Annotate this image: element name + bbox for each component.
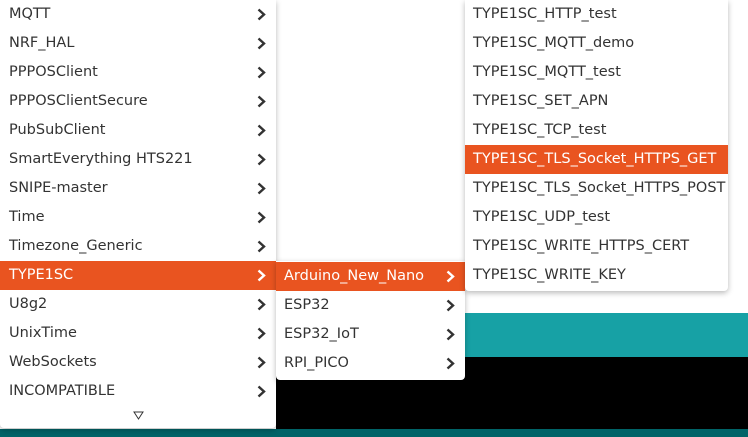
menu-item-write-https-cert[interactable]: TYPE1SC_WRITE_HTTPS_CERT (465, 232, 728, 261)
menu-item-label: WebSockets (9, 354, 97, 370)
menu-item-write-key[interactable]: TYPE1SC_WRITE_KEY (465, 261, 728, 290)
menu-item-pupposclient[interactable]: PPPOSClient (0, 58, 276, 87)
menu-item-tls-socket-https-get[interactable]: TYPE1SC_TLS_Socket_HTTPS_GET (465, 145, 728, 174)
menu-item-label: ESP32_IoT (284, 326, 359, 342)
menu-item-label: Time (9, 209, 45, 225)
chevron-right-icon (254, 232, 268, 261)
menu-item-tls-socket-https-post[interactable]: TYPE1SC_TLS_Socket_HTTPS_POST (465, 174, 728, 203)
menu-item-label: TYPE1SC_WRITE_HTTPS_CERT (473, 238, 690, 254)
menu-item-esp32-iot[interactable]: ESP32_IoT (276, 320, 465, 349)
chevron-right-icon (254, 145, 268, 174)
menu-item-tcp-test[interactable]: TYPE1SC_TCP_test (465, 116, 728, 145)
boards-submenu: Arduino_New_Nano ESP32 ESP32_IoT RPI_PIC… (276, 261, 465, 380)
chevron-right-icon (254, 0, 268, 29)
chevron-right-icon (254, 174, 268, 203)
chevron-right-icon (254, 261, 268, 290)
menu-item-nrf-hal[interactable]: NRF_HAL (0, 29, 276, 58)
menu-item-label: TYPE1SC_MQTT_test (473, 64, 621, 80)
chevron-right-icon (443, 262, 457, 291)
menu-item-label: Timezone_Generic (9, 238, 143, 254)
menu-item-mqtt-demo[interactable]: TYPE1SC_MQTT_demo (465, 29, 728, 58)
chevron-right-icon (254, 319, 268, 348)
chevron-right-icon (254, 29, 268, 58)
menu-item-http-test[interactable]: TYPE1SC_HTTP_test (465, 0, 728, 29)
menu-item-label: RPI_PICO (284, 355, 349, 371)
footer-bar (0, 429, 748, 437)
menu-item-snipe-master[interactable]: SNIPE-master (0, 174, 276, 203)
menu-item-label: TYPE1SC_MQTT_demo (473, 35, 635, 51)
menu-item-unixtime[interactable]: UnixTime (0, 319, 276, 348)
chevron-right-icon (443, 349, 457, 378)
menu-item-rpi-pico[interactable]: RPI_PICO (276, 349, 465, 378)
menu-item-label: TYPE1SC_SET_APN (473, 93, 609, 109)
menu-item-label: TYPE1SC_TLS_Socket_HTTPS_POST (473, 180, 726, 196)
chevron-right-icon (443, 320, 457, 349)
menu-item-arduino-new-nano[interactable]: Arduino_New_Nano (276, 262, 465, 291)
libraries-submenu: MQTT NRF_HAL PPPOSClient PPPOSClientSecu… (0, 0, 276, 428)
menu-item-label: TYPE1SC_HTTP_test (473, 6, 617, 22)
chevron-right-icon (254, 377, 268, 406)
menu-item-label: UnixTime (9, 325, 77, 341)
menu-item-label: TYPE1SC_WRITE_KEY (473, 267, 626, 283)
menu-item-label: PPPOSClientSecure (9, 93, 148, 109)
scroll-down-arrow-icon[interactable] (132, 407, 144, 423)
menu-item-time[interactable]: Time (0, 203, 276, 232)
examples-submenu: TYPE1SC_HTTP_test TYPE1SC_MQTT_demo TYPE… (465, 0, 728, 291)
menu-item-label: TYPE1SC (9, 267, 74, 283)
menu-item-pubsubclient[interactable]: PubSubClient (0, 116, 276, 145)
menu-item-label: U8g2 (9, 296, 48, 312)
menu-item-label: MQTT (9, 6, 51, 22)
menu-item-websockets[interactable]: WebSockets (0, 348, 276, 377)
menu-item-u8g2[interactable]: U8g2 (0, 290, 276, 319)
chevron-right-icon (254, 348, 268, 377)
menu-item-label: INCOMPATIBLE (9, 383, 116, 399)
menu-item-label: ESP32 (284, 297, 330, 313)
menu-item-pupposclientsecure[interactable]: PPPOSClientSecure (0, 87, 276, 116)
menu-item-udp-test[interactable]: TYPE1SC_UDP_test (465, 203, 728, 232)
menu-item-label: PubSubClient (9, 122, 106, 138)
menu-item-label: TYPE1SC_TLS_Socket_HTTPS_GET (473, 151, 717, 167)
menu-item-timezone-generic[interactable]: Timezone_Generic (0, 232, 276, 261)
chevron-right-icon (254, 116, 268, 145)
menu-item-mqtt-test[interactable]: TYPE1SC_MQTT_test (465, 58, 728, 87)
chevron-right-icon (254, 203, 268, 232)
menu-item-label: TYPE1SC_TCP_test (473, 122, 607, 138)
chevron-right-icon (254, 87, 268, 116)
menu-item-label: NRF_HAL (9, 35, 75, 51)
menu-item-label: SmartEverything HTS221 (9, 151, 193, 167)
menu-item-type1sc[interactable]: TYPE1SC (0, 261, 276, 290)
menu-item-mqtt[interactable]: MQTT (0, 0, 276, 29)
menu-item-label: PPPOSClient (9, 64, 98, 80)
menu-item-smarteverything-hts221[interactable]: SmartEverything HTS221 (0, 145, 276, 174)
menu-item-label: Arduino_New_Nano (284, 268, 425, 284)
menu-item-label: SNIPE-master (9, 180, 108, 196)
menu-item-esp32[interactable]: ESP32 (276, 291, 465, 320)
chevron-right-icon (443, 291, 457, 320)
chevron-right-icon (254, 290, 268, 319)
menu-item-incompatible[interactable]: INCOMPATIBLE (0, 377, 276, 406)
chevron-right-icon (254, 58, 268, 87)
menu-item-label: TYPE1SC_UDP_test (473, 209, 611, 225)
menu-item-set-apn[interactable]: TYPE1SC_SET_APN (465, 87, 728, 116)
